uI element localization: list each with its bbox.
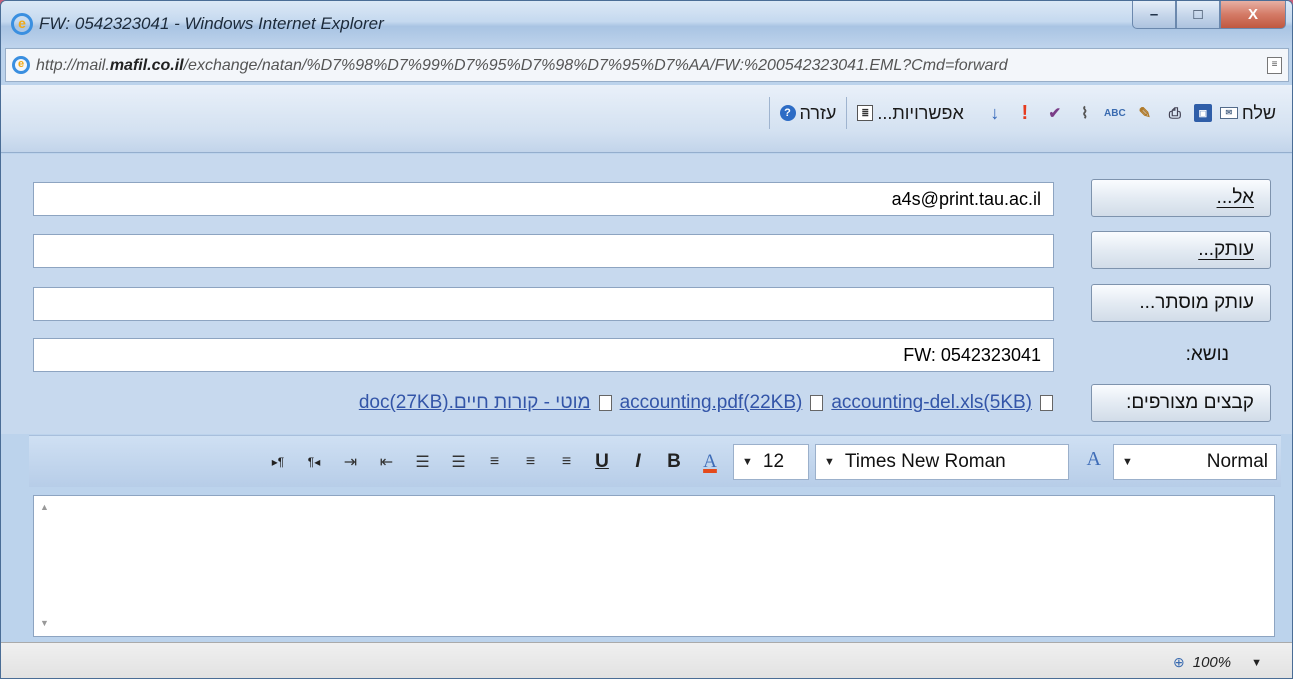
address-book-icon: ✎ <box>1138 105 1152 122</box>
bcc-field[interactable] <box>33 287 1054 321</box>
attach-button[interactable]: ⌇ <box>1070 99 1100 127</box>
caption-buttons: – □ X <box>1132 1 1286 31</box>
ie-page-icon: e <box>12 56 30 74</box>
style-value: Normal <box>1206 451 1268 472</box>
address-url[interactable]: http://mail.mafil.co.il/exchange/natan/%… <box>36 57 1251 75</box>
attachment-link[interactable]: מוטי - קורות חיים.doc(27KB) <box>359 392 591 414</box>
subject-row: FW: 0542323041 נושא: <box>33 338 1271 372</box>
increase-indent-icon[interactable]: ⇥ <box>339 448 361 476</box>
to-button[interactable]: אל... <box>1091 179 1271 217</box>
chevron-down-icon: ▼ <box>1251 656 1262 669</box>
options-icon: ≣ <box>857 105 874 121</box>
check-names-button[interactable]: ✔ <box>1040 99 1070 127</box>
title-bar[interactable]: e FW: 0542323041 - Windows Internet Expl… <box>1 1 1292 47</box>
chevron-down-icon: ▼ <box>742 456 753 468</box>
scroll-down-icon[interactable]: ▼ <box>40 618 49 628</box>
underline-button[interactable]: U <box>591 448 613 476</box>
font-value: Times New Roman <box>844 451 1006 472</box>
attachment-link[interactable]: accounting-del.xls(5KB) <box>831 392 1032 414</box>
zoom-level: 100% <box>1192 654 1232 671</box>
file-icon <box>598 395 612 411</box>
align-right-icon[interactable]: ≡ <box>555 448 577 476</box>
rtl-paragraph-icon[interactable]: ¶◂ <box>303 448 325 476</box>
bcc-button[interactable]: עותק מוסתר... <box>1091 284 1271 322</box>
print-icon: ⎙ <box>1168 104 1181 122</box>
spell-check-button[interactable]: ABC <box>1100 99 1130 127</box>
cc-button[interactable]: עותק... <box>1091 231 1271 269</box>
file-icon <box>1040 395 1053 411</box>
font-icon: A <box>1086 448 1101 470</box>
paperclip-icon: ⌇ <box>1081 105 1089 122</box>
help-label: עזרה <box>799 102 837 123</box>
low-importance-button[interactable]: ↓ <box>980 99 1010 127</box>
attachments-row: קבצים מצורפים: accounting-del.xls(5KB) a… <box>33 384 1271 422</box>
font-size-select[interactable]: ▼ 12 <box>733 444 809 480</box>
print-button[interactable]: ⎙ <box>1160 99 1190 127</box>
zoom-control[interactable]: ⊕ 100% ▼ <box>1173 654 1262 671</box>
high-importance-button[interactable]: ! <box>1010 99 1040 127</box>
address-bar[interactable]: e http://mail.mafil.co.il/exchange/natan… <box>5 48 1289 82</box>
url-path: /exchange/natan/%D7%98%D7%99%D7%95%D7%98… <box>183 57 1008 74</box>
compose-toolbar: ✉ שלח ▣ ⎙ ✎ ABC ⌇ ✔ ! ↓ ≣ אפשרויות... ? … <box>1 85 1292 153</box>
bold-button[interactable]: B <box>663 448 685 476</box>
align-left-icon[interactable]: ≡ <box>483 448 505 476</box>
bullet-list-icon[interactable]: ☰ <box>411 448 433 476</box>
format-toolbar: ▼ Normal A ▼ Times New Roman ▼ 12 A B I … <box>29 435 1281 487</box>
ltr-paragraph-icon[interactable]: ▸¶ <box>267 448 289 476</box>
help-button[interactable]: ? עזרה <box>776 99 841 127</box>
subject-field[interactable]: FW: 0542323041 <box>33 338 1054 372</box>
toolbar-group-main: ✉ שלח ▣ ⎙ ✎ ABC ⌇ ✔ ! ↓ <box>974 97 1286 129</box>
chevron-down-icon: ▼ <box>1122 456 1133 468</box>
zoom-icon: ⊕ <box>1173 654 1185 670</box>
toolbar-group-options: ≣ אפשרויות... <box>846 97 974 129</box>
to-row: a4s@print.tau.ac.il אל... <box>33 179 1271 217</box>
window-title: FW: 0542323041 - Windows Internet Explor… <box>39 14 384 33</box>
cc-row: עותק... <box>33 231 1271 269</box>
exclamation-icon: ! <box>1021 101 1029 124</box>
address-book-button[interactable]: ✎ <box>1130 99 1160 127</box>
ie-logo-icon: e <box>11 13 33 35</box>
spell-check-icon: ABC <box>1104 107 1126 119</box>
help-icon: ? <box>779 105 796 121</box>
attachment-link[interactable]: accounting.pdf(22KB) <box>620 392 803 414</box>
options-button[interactable]: ≣ אפשרויות... <box>853 99 968 127</box>
ie-window: e FW: 0542323041 - Windows Internet Expl… <box>0 0 1293 679</box>
style-select[interactable]: ▼ Normal <box>1113 444 1277 480</box>
scroll-up-icon[interactable]: ▲ <box>40 502 49 512</box>
attachments-button[interactable]: קבצים מצורפים: <box>1091 384 1271 422</box>
compose-form: a4s@print.tau.ac.il אל... עותק... עותק מ… <box>1 154 1292 434</box>
message-body-editor[interactable]: ▲ ▼ <box>33 495 1275 637</box>
url-host: mafil.co.il <box>109 57 184 74</box>
italic-button[interactable]: I <box>627 448 649 476</box>
subject-label: נושא: <box>1185 344 1229 365</box>
send-icon: ✉ <box>1219 107 1238 119</box>
save-icon: ▣ <box>1193 104 1212 122</box>
save-button[interactable]: ▣ <box>1190 99 1216 127</box>
cc-field[interactable] <box>33 234 1054 268</box>
send-label: שלח <box>1241 102 1276 123</box>
align-center-icon[interactable]: ≡ <box>519 448 541 476</box>
font-size-value: 12 <box>762 451 785 472</box>
numbered-list-icon[interactable]: ☰ <box>447 448 469 476</box>
decrease-indent-icon[interactable]: ⇤ <box>375 448 397 476</box>
down-arrow-icon: ↓ <box>990 102 1000 123</box>
file-icon <box>810 395 824 411</box>
status-bar: ⊕ 100% ▼ <box>1 642 1292 678</box>
minimize-button[interactable]: – <box>1132 1 1176 29</box>
chevron-down-icon: ▼ <box>824 456 835 468</box>
to-field[interactable]: a4s@print.tau.ac.il <box>33 182 1054 216</box>
close-button[interactable]: X <box>1220 1 1286 29</box>
compatibility-view-icon[interactable]: ≡ <box>1267 57 1282 74</box>
check-names-icon: ✔ <box>1048 105 1062 122</box>
format-buttons: A B I U ≡ ≡ ≡ ☰ ☰ ⇤ ⇥ ¶◂ ▸¶ <box>267 446 721 478</box>
options-label: אפשרויות... <box>877 102 964 123</box>
attachments-list: accounting-del.xls(5KB) accounting.pdf(2… <box>123 388 1053 418</box>
send-button[interactable]: ✉ שלח <box>1216 99 1280 127</box>
font-select[interactable]: ▼ Times New Roman <box>815 444 1069 480</box>
maximize-button[interactable]: □ <box>1176 1 1220 29</box>
toolbar-group-help: ? עזרה <box>768 97 847 129</box>
font-color-button[interactable]: A <box>699 448 721 476</box>
bcc-row: עותק מוסתר... <box>33 284 1271 322</box>
url-prefix: http://mail. <box>36 57 110 74</box>
